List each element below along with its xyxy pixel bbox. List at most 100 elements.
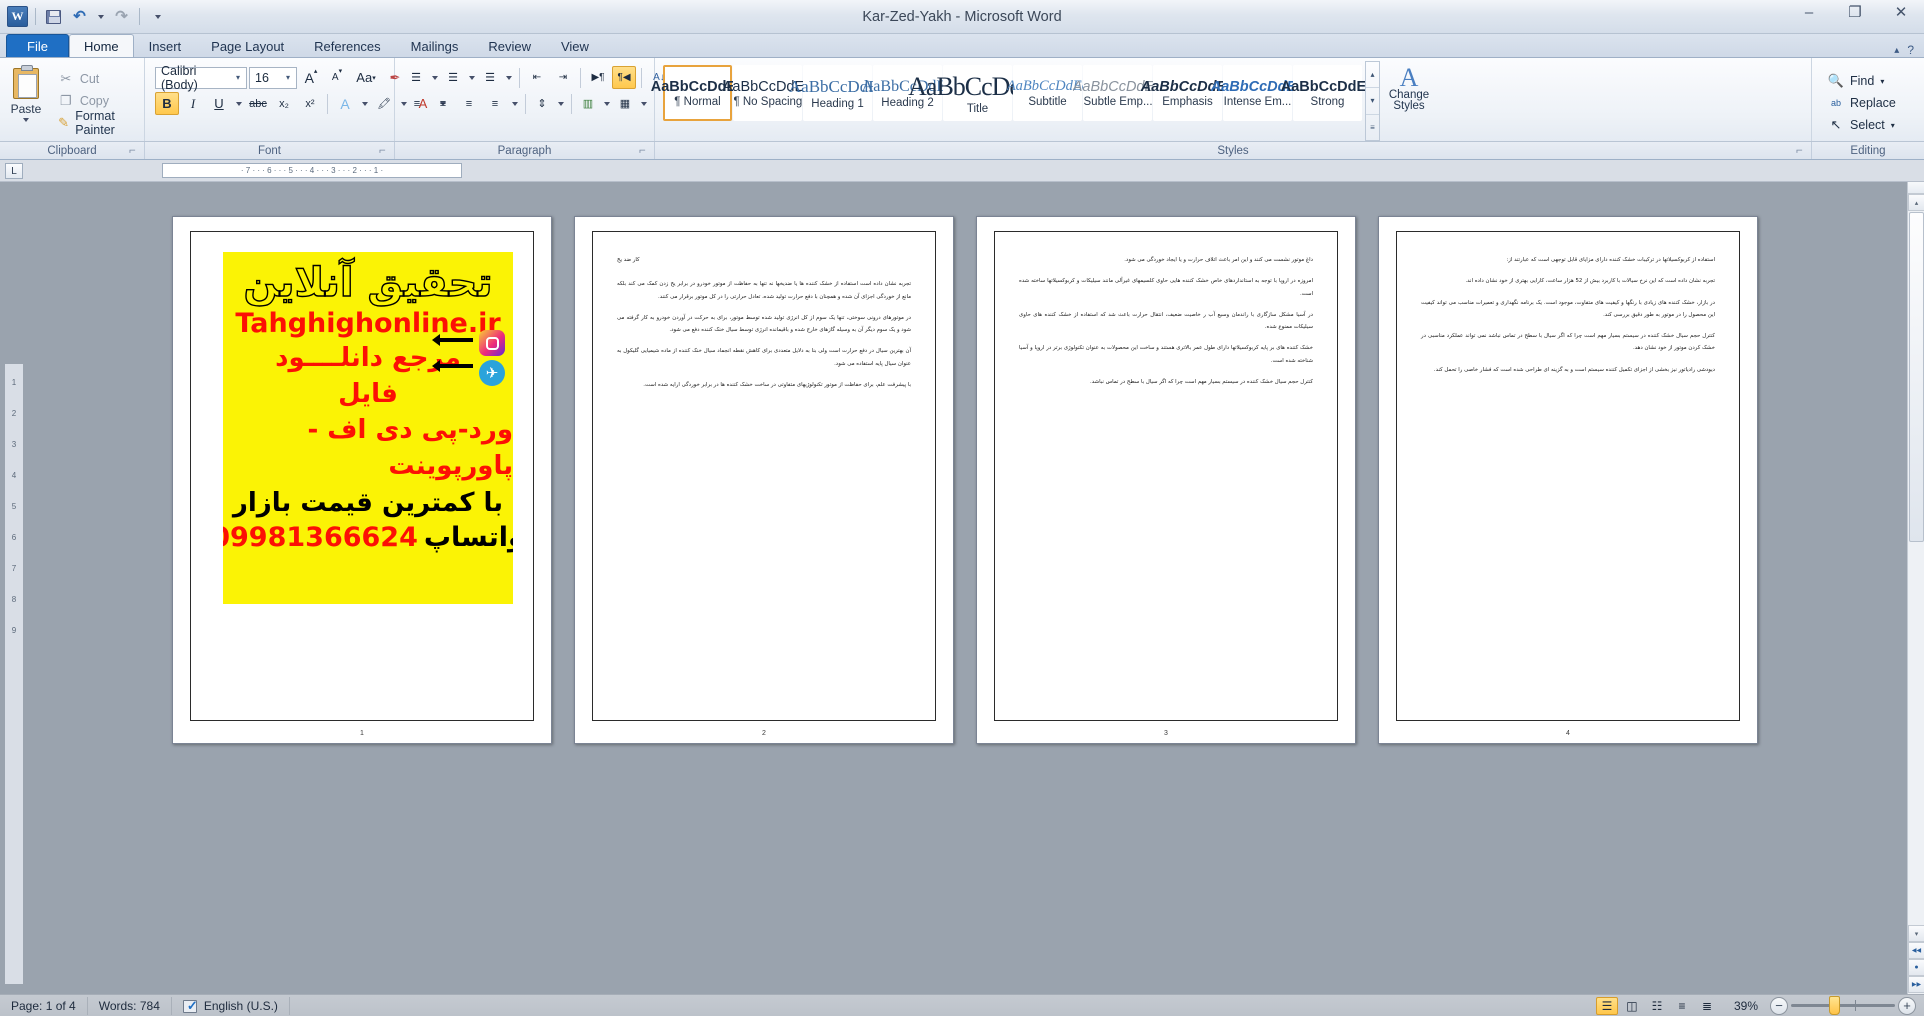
numbering-button[interactable]: ☰ — [442, 66, 464, 89]
scroll-down-icon[interactable]: ▾ — [1908, 925, 1924, 942]
tab-stop-selector[interactable]: L — [5, 163, 23, 179]
font-size-combo[interactable]: 16 ▾ — [249, 66, 297, 89]
minimize-button[interactable]: – — [1786, 0, 1832, 25]
page-text[interactable]: کار ضد یخ تجربه نشان داده است استفاده از … — [617, 254, 911, 688]
close-button[interactable]: ✕ — [1878, 0, 1924, 25]
style-subtitle[interactable]: AaBbCcDdEe Subtitle — [1007, 65, 1088, 121]
document-canvas[interactable]: 1 2 3 4 5 6 7 8 9 تحقیق آنلاین Tahghighonline.ir م… — [0, 182, 1924, 994]
horizontal-ruler[interactable]: · 7 · · · 6 · · · 5 · · · 4 · · · 3 · · … — [162, 163, 462, 178]
document-page[interactable]: کار ضد یخ تجربه نشان داده است استفاده از … — [574, 216, 954, 744]
redo-icon[interactable]: ↷ — [111, 6, 132, 27]
decrease-indent-button[interactable]: ⇤ — [525, 66, 549, 89]
tab-mailings[interactable]: Mailings — [396, 34, 474, 57]
select-browse-object-icon[interactable]: ● — [1908, 959, 1924, 976]
banner-website[interactable]: Tahghighonline.ir — [235, 308, 500, 340]
subscript-button[interactable]: x₂ — [272, 92, 296, 115]
customize-qat-icon[interactable] — [147, 6, 168, 27]
line-spacing-dropdown-icon[interactable] — [555, 92, 566, 115]
italic-button[interactable]: I — [181, 92, 205, 115]
telegram-icon[interactable]: ✈ — [479, 360, 505, 386]
promo-banner[interactable]: تحقیق آنلاین Tahghighonline.ir مرجع دانلــ… — [223, 252, 513, 604]
underline-button[interactable]: U — [207, 92, 231, 115]
font-dialog-launcher-icon[interactable]: ⌐ — [379, 145, 388, 157]
help-icon[interactable]: ? — [1907, 43, 1914, 57]
document-page[interactable]: داغ موتور نشست می کنند و این امر باعث ات… — [976, 216, 1356, 744]
view-draft-button[interactable]: ≣ — [1696, 997, 1718, 1015]
paragraph-dialog-launcher-icon[interactable]: ⌐ — [639, 145, 648, 157]
text-effects-dropdown-icon[interactable] — [359, 92, 370, 115]
tab-home[interactable]: Home — [68, 34, 134, 57]
styles-dialog-launcher-icon[interactable]: ⌐ — [1796, 145, 1805, 157]
zoom-slider-thumb[interactable] — [1829, 996, 1840, 1015]
tab-view[interactable]: View — [546, 34, 604, 57]
view-outline-button[interactable]: ≡ — [1671, 997, 1693, 1015]
justify-button[interactable]: ≡ — [483, 92, 507, 115]
shading-button[interactable]: ▥ — [577, 92, 599, 115]
grow-font-button[interactable]: A ▴ — [299, 66, 323, 89]
previous-page-icon[interactable]: ◀◀ — [1908, 942, 1924, 959]
vertical-scrollbar[interactable]: ▴ ▾ ◀◀ ● ▶▶ — [1907, 182, 1924, 994]
ltr-text-direction-button[interactable]: ▶¶ — [586, 66, 610, 89]
line-spacing-button[interactable]: ⇕ — [531, 92, 553, 115]
shrink-font-button[interactable]: A ▾ — [325, 66, 349, 89]
highlight-button[interactable]: 🖍 — [372, 92, 396, 115]
style-title[interactable]: AaBbCcDdEe Title — [908, 65, 1047, 121]
undo-dropdown-icon[interactable] — [95, 6, 106, 27]
align-center-button[interactable]: ≡ — [431, 92, 455, 115]
view-print-layout-button[interactable]: ☰ — [1595, 996, 1618, 1015]
page-indicator[interactable]: Page: 1 of 4 — [0, 996, 88, 1015]
styles-gallery-scrollbar[interactable]: ▴ ▾ ≡ — [1365, 61, 1380, 141]
find-button[interactable]: 🔍 Find ▾ — [1822, 71, 1902, 92]
justify-dropdown-icon[interactable] — [509, 92, 520, 115]
gallery-scroll-down-icon[interactable]: ▾ — [1366, 88, 1379, 115]
format-painter-button[interactable]: ✎ Format Painter — [52, 109, 140, 137]
instagram-icon[interactable] — [479, 330, 505, 356]
tab-file[interactable]: File — [6, 34, 69, 57]
paste-button[interactable]: Paste — [4, 61, 48, 141]
page-text[interactable]: استفاده از کربوکسیلاتها در ترکیبات خشک ک… — [1421, 254, 1715, 688]
borders-dropdown-icon[interactable] — [638, 92, 649, 115]
cut-button[interactable]: ✂ Cut — [52, 69, 140, 90]
multilevel-dropdown-icon[interactable] — [503, 66, 514, 89]
numbering-dropdown-icon[interactable] — [466, 66, 477, 89]
style-normal[interactable]: AaBbCcDdEe ¶ Normal — [651, 65, 744, 121]
language-indicator[interactable]: English (U.S.) — [172, 996, 290, 1015]
gallery-scroll-up-icon[interactable]: ▴ — [1366, 62, 1379, 89]
select-button[interactable]: ↖ Select ▾ — [1822, 115, 1902, 136]
chevron-down-icon[interactable]: ▾ — [1891, 121, 1895, 130]
zoom-out-button[interactable]: − — [1770, 996, 1788, 1015]
document-page[interactable]: تحقیق آنلاین Tahghighonline.ir مرجع دانلــ… — [172, 216, 552, 744]
superscript-button[interactable]: x² — [298, 92, 322, 115]
scrollbar-thumb[interactable] — [1909, 212, 1924, 542]
bold-button[interactable]: B — [155, 92, 179, 115]
font-name-combo[interactable]: Calibri (Body) ▾ — [155, 64, 247, 92]
page-text[interactable]: داغ موتور نشست می کنند و این امر باعث ات… — [1019, 254, 1313, 688]
align-left-button[interactable]: ≡ — [405, 92, 429, 115]
scroll-up-icon[interactable]: ▴ — [1908, 194, 1924, 211]
zoom-slider[interactable] — [1791, 996, 1895, 1015]
chevron-down-icon[interactable]: ▾ — [282, 73, 294, 82]
replace-button[interactable]: ab Replace — [1822, 93, 1902, 114]
zoom-level-label[interactable]: 39% — [1734, 999, 1758, 1013]
tab-references[interactable]: References — [299, 34, 395, 57]
style-strong[interactable]: AaBbCcDdEe Strong — [1281, 65, 1374, 121]
next-page-icon[interactable]: ▶▶ — [1908, 976, 1924, 993]
undo-icon[interactable]: ↶ — [69, 6, 90, 27]
tab-review[interactable]: Review — [473, 34, 546, 57]
align-right-button[interactable]: ≡ — [457, 92, 481, 115]
bullets-button[interactable]: ☰ — [405, 66, 427, 89]
tab-insert[interactable]: Insert — [134, 34, 197, 57]
minimize-ribbon-icon[interactable]: ▴ — [1894, 45, 1899, 56]
chevron-down-icon[interactable]: ▾ — [232, 73, 244, 82]
change-case-button[interactable]: Aa ▾ — [351, 66, 381, 89]
view-web-layout-button[interactable]: ☷ — [1646, 997, 1668, 1015]
borders-button[interactable]: ▦ — [614, 92, 636, 115]
gallery-more-icon[interactable]: ≡ — [1366, 115, 1379, 140]
restore-button[interactable]: ❐ — [1832, 0, 1878, 25]
underline-dropdown-icon[interactable] — [233, 92, 244, 115]
increase-indent-button[interactable]: ⇥ — [551, 66, 575, 89]
bullets-dropdown-icon[interactable] — [429, 66, 440, 89]
text-effects-button[interactable]: A — [333, 92, 357, 115]
tab-page-layout[interactable]: Page Layout — [196, 34, 299, 57]
shading-dropdown-icon[interactable] — [601, 92, 612, 115]
